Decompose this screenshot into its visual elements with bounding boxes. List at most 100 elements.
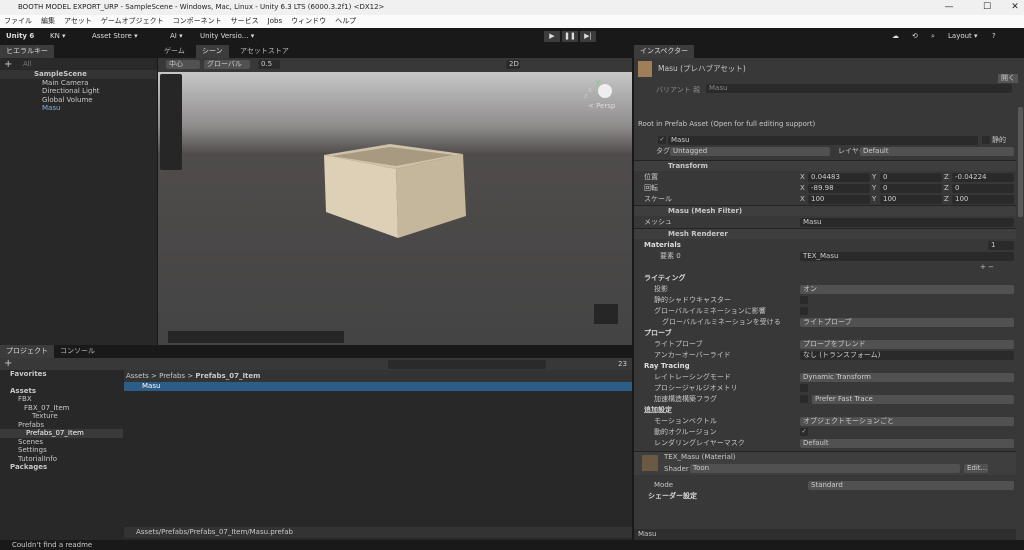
transform-scale-x[interactable]: 100	[808, 194, 870, 204]
dropdown[interactable]: オン	[800, 284, 1014, 294]
play-button[interactable]: ▶	[544, 31, 560, 42]
menu-item[interactable]: アセット	[64, 17, 92, 25]
layout-dropdown[interactable]: Layout ▾	[948, 28, 978, 45]
scene-gizmo[interactable]	[598, 84, 612, 98]
checkbox[interactable]: ✓	[800, 428, 808, 436]
asset-store-dropdown[interactable]: Asset Store ▾	[92, 28, 138, 45]
breadcrumb-item[interactable]: Prefabs_07_Item	[195, 372, 260, 380]
dropdown[interactable]: Dynamic Transform	[800, 372, 1014, 382]
breadcrumb-item[interactable]: Assets	[126, 372, 149, 380]
mesh-renderer-header[interactable]: Mesh Renderer	[668, 229, 728, 240]
breadcrumb-item[interactable]: Prefabs	[159, 372, 185, 380]
checkbox[interactable]	[800, 395, 808, 403]
project-tree-item[interactable]: Texture	[0, 412, 123, 421]
transform-rotation-x[interactable]: -89.98	[808, 183, 870, 193]
search-icon[interactable]: ⌕	[931, 28, 935, 45]
history-icon[interactable]: ⟲	[912, 28, 918, 45]
anchor-field[interactable]: なし (トランスフォーム)	[800, 350, 1014, 360]
checkbox[interactable]	[800, 307, 808, 315]
project-tree-item[interactable]: Packages	[0, 463, 123, 472]
menu-item[interactable]: サービス	[231, 17, 259, 25]
transform-position-x[interactable]: 0.04483	[808, 172, 870, 182]
bottom-overlay[interactable]	[168, 331, 344, 343]
tag-dropdown[interactable]: Untagged	[670, 146, 830, 156]
dropdown[interactable]: Default	[800, 438, 1014, 448]
material-element-field[interactable]: TEX_Masu	[800, 251, 1014, 261]
scene-viewport[interactable]: < Persp y x z	[158, 72, 632, 345]
transform-rotation-y[interactable]: 0	[880, 183, 942, 193]
hidden-count[interactable]: 23	[618, 358, 627, 370]
material-title[interactable]: TEX_Masu (Material)	[664, 452, 736, 462]
pause-button[interactable]: ❚❚	[562, 31, 578, 42]
tab-inspector[interactable]: インスペクター	[634, 45, 695, 58]
transform-scale-z[interactable]: 100	[952, 194, 1014, 204]
hierarchy-item[interactable]: Directional Light	[42, 87, 100, 96]
status-message[interactable]: Couldn't find a readme	[12, 541, 92, 549]
accel-dropdown[interactable]: Prefer Fast Trace	[812, 394, 1014, 404]
transform-position-y[interactable]: 0	[880, 172, 942, 182]
account-dropdown[interactable]: KN ▾	[50, 28, 66, 45]
dropdown[interactable]: プローブをブレンド	[800, 339, 1014, 349]
transform-rotation-z[interactable]: 0	[952, 183, 1014, 193]
tab-scene[interactable]: シーン	[196, 45, 229, 58]
static-checkbox[interactable]	[982, 136, 990, 144]
2d-toggle[interactable]: 2D	[506, 60, 520, 69]
ai-dropdown[interactable]: AI ▾	[170, 28, 183, 45]
preview-bar[interactable]: Masu	[634, 529, 1016, 540]
hierarchy-item[interactable]: Masu	[42, 104, 60, 113]
space-dropdown[interactable]: グローバル	[204, 60, 250, 69]
layer-dropdown[interactable]: Default	[860, 146, 1014, 156]
transform-scale-y[interactable]: 100	[880, 194, 942, 204]
transform-header[interactable]: Transform	[668, 161, 708, 172]
menu-item[interactable]: ヘルプ	[335, 17, 356, 25]
tools-overlay[interactable]	[160, 74, 182, 170]
project-tree-item[interactable]: Prefabs_07_Item	[0, 429, 123, 438]
menu-item[interactable]: ファイル	[4, 17, 32, 25]
close-button[interactable]: ✕	[1000, 0, 1024, 15]
mode-dropdown[interactable]: Standard	[808, 480, 1014, 490]
checkbox[interactable]	[800, 296, 808, 304]
menu-item[interactable]: 編集	[41, 17, 55, 25]
scene-root[interactable]: SampleScene	[0, 70, 157, 79]
dropdown[interactable]: ライトプローブ	[800, 317, 1014, 327]
active-checkbox[interactable]: ✓	[658, 136, 666, 144]
hierarchy-search-input[interactable]: All	[20, 60, 154, 69]
persp-label[interactable]: < Persp	[588, 102, 615, 110]
mesh-field[interactable]: Masu	[800, 217, 1014, 227]
menu-item[interactable]: コンポーネント	[173, 17, 222, 25]
masu-box-model[interactable]	[318, 142, 468, 242]
add-icon[interactable]: +	[4, 59, 12, 70]
snap-input[interactable]: 0.5	[258, 60, 280, 69]
add-remove-buttons[interactable]: + −	[980, 262, 994, 272]
minimize-button[interactable]: —	[934, 0, 964, 15]
tab-game[interactable]: ゲーム	[158, 45, 191, 58]
pivot-dropdown[interactable]: 中心	[166, 60, 200, 69]
tab-hierarchy[interactable]: ヒエラルキー	[0, 45, 54, 58]
project-tree-item[interactable]: Settings	[0, 446, 123, 455]
menu-item[interactable]: Jobs	[268, 17, 282, 25]
create-icon[interactable]: +	[4, 358, 12, 370]
help-icon[interactable]: ?	[992, 28, 996, 45]
file-item[interactable]: Masu	[124, 382, 632, 391]
checkbox[interactable]	[800, 384, 808, 392]
open-prefab-button[interactable]: 開く	[998, 74, 1018, 83]
name-field[interactable]: Masu	[668, 135, 978, 145]
maximize-button[interactable]: ☐	[972, 0, 1002, 15]
menu-item[interactable]: ゲームオブジェクト	[101, 17, 164, 25]
project-tree-item[interactable]: FBX	[0, 395, 123, 404]
mesh-filter-header[interactable]: Masu (Mesh Filter)	[668, 206, 742, 217]
menu-item[interactable]: ウィンドウ	[291, 17, 326, 25]
tab-console[interactable]: コンソール	[54, 345, 101, 358]
dropdown[interactable]: オブジェクトモーションごと	[800, 416, 1014, 426]
materials-count[interactable]: 1	[988, 240, 1014, 250]
cloud-icon[interactable]: ☁	[892, 28, 899, 45]
inspector-scrollbar[interactable]	[1018, 107, 1023, 217]
tab-asset-store[interactable]: アセットストア	[234, 45, 295, 58]
unity-menu[interactable]: Unity 6	[6, 28, 34, 45]
tab-project[interactable]: プロジェクト	[0, 345, 54, 358]
project-search-input[interactable]	[388, 360, 546, 369]
shader-dropdown[interactable]: Toon	[690, 464, 960, 473]
project-tree-item[interactable]: Favorites	[0, 370, 123, 379]
camera-overlay[interactable]	[594, 304, 618, 324]
edit-shader-button[interactable]: Edit...	[964, 464, 988, 473]
